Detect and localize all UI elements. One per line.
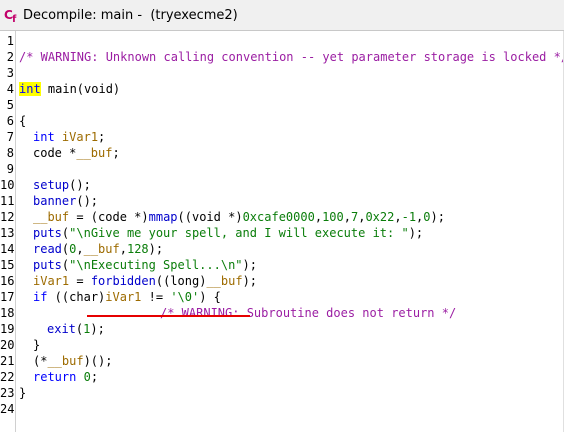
line-number: 21	[0, 354, 15, 368]
code-line[interactable]: 14 read(0,__buf,128);	[0, 241, 564, 257]
keyword-if[interactable]: if	[33, 290, 47, 304]
function-forbidden[interactable]: forbidden	[91, 274, 156, 288]
decompiler-editor[interactable]: 1 2 /* WARNING: Unknown calling conventio…	[0, 31, 564, 432]
code-line[interactable]: 9	[0, 161, 564, 177]
line-number: 12	[0, 210, 15, 224]
line-number: 18	[0, 306, 15, 320]
keyword-return[interactable]: return	[33, 370, 76, 384]
code-line[interactable]: 2 /* WARNING: Unknown calling convention …	[0, 49, 564, 65]
keyword-int[interactable]: int	[19, 82, 41, 96]
ghidra-cf-icon: C f	[4, 8, 17, 23]
variable-buf[interactable]: __buf	[84, 242, 120, 256]
constant: -1	[401, 210, 417, 224]
code-line[interactable]: 15 puts("\nExecuting Spell...\n");	[0, 257, 564, 273]
constant: 128	[126, 242, 149, 256]
line-number: 10	[0, 178, 15, 192]
code-line[interactable]: 20}	[0, 337, 564, 353]
variable-ivar1[interactable]: iVar1	[62, 130, 98, 144]
code-line[interactable]: 19 exit(1);	[0, 321, 564, 337]
line-number: 11	[0, 194, 15, 208]
line-number: 5	[6, 98, 14, 112]
line-number: 6	[6, 114, 14, 128]
line-number: 9	[6, 162, 14, 176]
line-number: 2	[6, 50, 14, 64]
function-puts[interactable]: puts	[33, 258, 62, 272]
variable-ivar1[interactable]: iVar1	[33, 274, 69, 288]
line-number: 13	[0, 226, 15, 240]
window-titlebar: C f Decompile: main - (tryexecme2)	[0, 0, 564, 31]
line-number: 16	[0, 274, 15, 288]
line-number: 22	[0, 370, 15, 384]
line-number: 3	[6, 66, 14, 80]
red-underline-annotation	[87, 315, 250, 317]
close-brace: }	[19, 386, 27, 400]
svg-text:f: f	[12, 14, 17, 23]
line-number: 1	[6, 34, 14, 48]
line-number: 15	[0, 258, 15, 272]
code-line[interactable]: 7 int iVar1;	[0, 129, 564, 145]
keyword-int[interactable]: int	[33, 130, 55, 144]
line-number: 19	[0, 322, 15, 336]
line-number: 23	[0, 386, 15, 400]
constant: 100	[322, 210, 344, 224]
variable-ivar1[interactable]: iVar1	[105, 290, 141, 304]
variable-buf[interactable]: __buf	[206, 274, 242, 288]
line-number: 17	[0, 290, 15, 304]
variable-buf[interactable]: __buf	[33, 210, 69, 224]
code-line[interactable]: 12 __buf = (code *)mmap((void *)0xcafe000…	[0, 209, 564, 225]
function-banner[interactable]: banner	[33, 194, 76, 208]
function-signature: int main(void)	[19, 81, 120, 97]
code-line[interactable]: 10 setup();	[0, 177, 564, 193]
warning-comment: /* WARNING: Subroutine does not return *…	[160, 306, 457, 320]
code-line[interactable]: 3	[0, 65, 564, 81]
code-line[interactable]: 1	[0, 33, 564, 49]
code-line[interactable]: 8 code *__buf;	[0, 145, 564, 161]
close-brace: }	[33, 338, 41, 352]
constant: 0x22	[365, 210, 395, 224]
open-brace: {	[19, 114, 27, 128]
variable-buf[interactable]: __buf	[76, 146, 112, 160]
warning-comment: /* WARNING: Unknown calling convention -…	[19, 50, 564, 64]
code-line[interactable]: 16 iVar1 = forbidden((long)__buf);	[0, 273, 564, 289]
constant: 0	[423, 210, 431, 224]
signature-rest: main(void)	[40, 82, 121, 96]
line-number: 20	[0, 338, 15, 352]
function-read[interactable]: read	[33, 242, 62, 256]
code-line[interactable]: 17 if ((char)iVar1 != '\0') {	[0, 289, 564, 305]
line-number: 4	[6, 82, 14, 96]
variable-buf[interactable]: __buf	[47, 354, 83, 368]
code-line[interactable]: 11 banner();	[0, 193, 564, 209]
constant: 0	[83, 370, 91, 384]
function-puts[interactable]: puts	[33, 226, 62, 240]
code-line[interactable]: 23}	[0, 385, 564, 401]
string-literal: "\nExecuting Spell...\n"	[69, 258, 243, 272]
window-title: Decompile: main - (tryexecme2)	[23, 8, 238, 23]
function-mmap[interactable]: mmap	[149, 210, 178, 224]
code-line[interactable]: 4 int main(void)	[0, 81, 564, 97]
function-setup[interactable]: setup	[33, 178, 69, 192]
code-line[interactable]: 5	[0, 97, 564, 113]
string-literal: "\nGive me your spell, and I will execut…	[69, 226, 409, 240]
code-line[interactable]: 13 puts("\nGive me your spell, and I will…	[0, 225, 564, 241]
char-literal: '\0'	[170, 290, 200, 304]
constant: 0xcafe0000	[242, 210, 315, 224]
line-number: 24	[0, 402, 15, 416]
line-number: 8	[6, 146, 14, 160]
code-line[interactable]: 21 (*__buf)();	[0, 353, 564, 369]
function-exit[interactable]: exit	[47, 322, 76, 336]
code-line[interactable]: 18 /* WARNING: Subroutine does not return…	[0, 305, 564, 321]
code-line[interactable]: 24	[0, 401, 564, 417]
code-line[interactable]: 6{	[0, 113, 564, 129]
code-line[interactable]: 22 return 0;	[0, 369, 564, 385]
line-number: 14	[0, 242, 15, 256]
line-number: 7	[6, 130, 14, 144]
